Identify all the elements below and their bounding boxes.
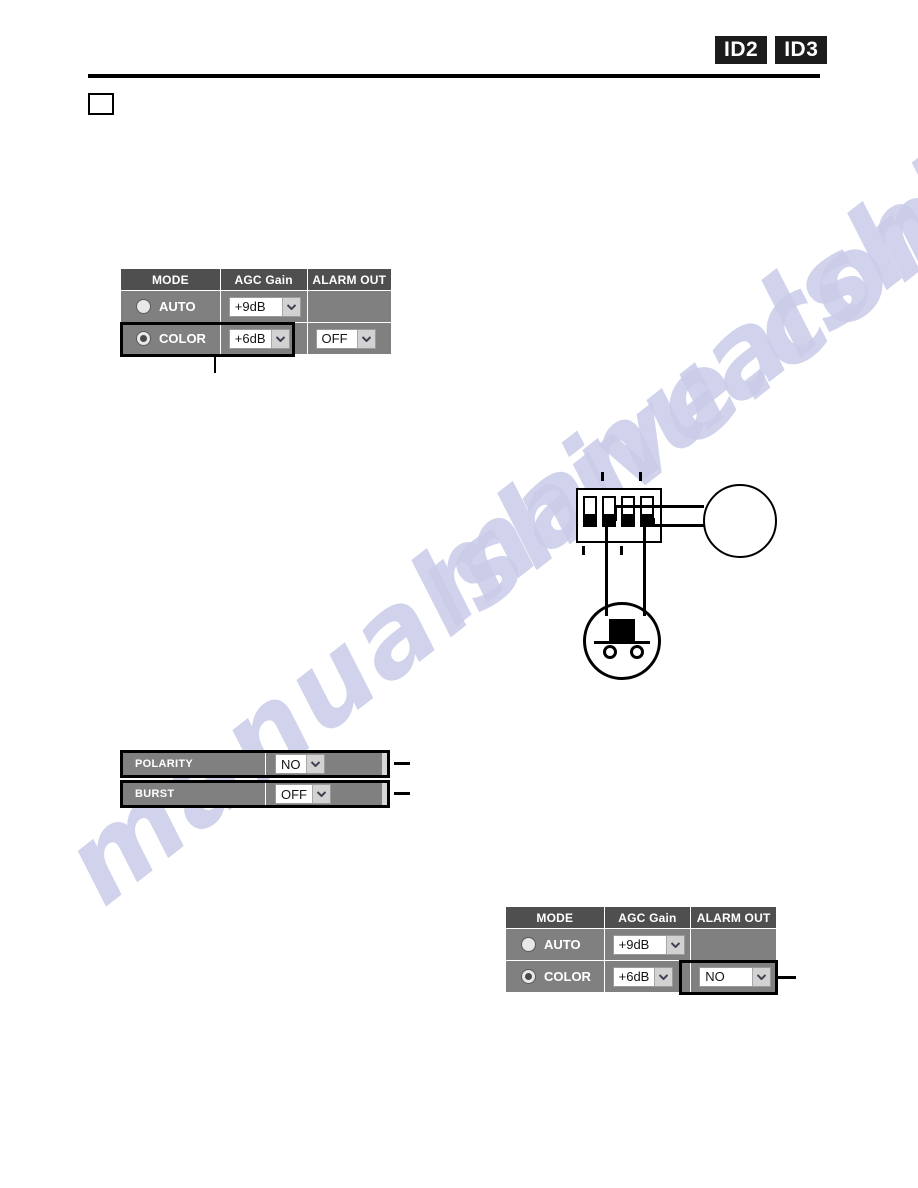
alarm-out-value-color: OFF xyxy=(321,331,348,346)
leader-line-polarity xyxy=(394,762,410,765)
leader-line-burst xyxy=(394,792,410,795)
column-header-alarm-out: ALARM OUT xyxy=(306,268,393,291)
burst-bar: BURST OFF xyxy=(120,780,390,808)
leader-line-dip-down-left xyxy=(605,520,608,616)
burst-value: OFF xyxy=(281,786,307,802)
mode-cell-auto[interactable]: AUTO xyxy=(505,928,605,961)
alarm-out-value-color: NO xyxy=(705,969,725,984)
table-row: AUTO +9dB xyxy=(505,928,777,961)
dip-tick-bottom-1 xyxy=(582,546,585,555)
leader-line-bottom xyxy=(778,976,796,979)
polarity-bar: POLARITY NO xyxy=(120,750,390,778)
dip-tick-top-4 xyxy=(639,472,642,481)
radio-auto-icon[interactable] xyxy=(137,300,150,313)
agc-gain-select-color[interactable]: +6dB xyxy=(612,966,674,987)
table-header-row: MODE AGC Gain ALARM OUT xyxy=(120,268,393,291)
agc-gain-cell-auto[interactable]: +9dB xyxy=(219,290,308,323)
dip-switch-body xyxy=(576,488,662,543)
chevron-down-icon[interactable] xyxy=(305,755,324,773)
connector-pin-left xyxy=(603,645,617,659)
connector-blade xyxy=(609,619,635,641)
column-header-mode: MODE xyxy=(505,906,605,929)
step-number-box xyxy=(88,93,114,115)
chevron-down-icon[interactable] xyxy=(654,967,673,986)
column-header-mode: MODE xyxy=(120,268,221,291)
agc-gain-cell-auto[interactable]: +9dB xyxy=(603,928,692,961)
table-header-row: MODE AGC Gain ALARM OUT xyxy=(505,906,777,929)
alarm-out-cell-color[interactable]: NO xyxy=(690,960,777,993)
header-divider xyxy=(88,74,820,78)
watermark-text: manualshive.com xyxy=(39,130,918,931)
settings-table-top: MODE AGC Gain ALARM OUT AUTO +9dB COLOR xyxy=(120,268,393,355)
dip-switch-1[interactable] xyxy=(583,496,597,527)
burst-label: BURST xyxy=(135,788,175,800)
agc-gain-value-auto: +9dB xyxy=(234,299,266,314)
alarm-out-cell-auto xyxy=(690,928,777,961)
polarity-select[interactable]: NO xyxy=(275,754,325,774)
connector-pin-right xyxy=(630,645,644,659)
chevron-down-icon[interactable] xyxy=(270,329,289,348)
page-watermark: manualshive.com manualshive.com xyxy=(0,0,918,1188)
mode-cell-auto[interactable]: AUTO xyxy=(120,290,221,323)
leader-line-dip-lower-stub xyxy=(652,518,655,527)
alarm-out-select-color[interactable]: NO xyxy=(699,966,772,987)
polarity-label: POLARITY xyxy=(135,758,194,770)
agc-gain-select-auto[interactable]: +9dB xyxy=(612,934,685,955)
polarity-value: NO xyxy=(281,756,301,772)
mode-cell-color[interactable]: COLOR xyxy=(120,322,221,355)
mode-label-color: COLOR xyxy=(159,331,206,346)
leader-line-dip-upper xyxy=(614,505,704,508)
id-badge-group: ID2 ID3 xyxy=(715,36,828,64)
leader-line-dip-lower xyxy=(652,524,704,527)
agc-gain-value-color: +6dB xyxy=(618,969,650,984)
connector-bar xyxy=(594,641,650,644)
callout-circle-right xyxy=(703,484,777,558)
leader-line-top-vertical xyxy=(214,357,216,373)
radio-color-icon[interactable] xyxy=(137,332,150,345)
mode-label-auto: AUTO xyxy=(544,937,581,952)
chevron-down-icon[interactable] xyxy=(312,785,330,803)
leader-line-dip-upper-stub xyxy=(614,505,617,521)
id-badge-id3: ID3 xyxy=(775,36,828,64)
chevron-down-icon[interactable] xyxy=(752,967,771,986)
agc-gain-value-color: +6dB xyxy=(234,331,266,346)
alarm-out-cell-auto xyxy=(306,290,393,323)
radio-auto-icon[interactable] xyxy=(522,938,535,951)
dip-tick-bottom-3 xyxy=(620,546,623,555)
column-header-alarm-out: ALARM OUT xyxy=(690,906,777,929)
mode-label-color: COLOR xyxy=(544,969,591,984)
agc-gain-cell-color[interactable]: +6dB xyxy=(219,322,308,355)
settings-table-bottom: MODE AGC Gain ALARM OUT AUTO +9dB COLOR xyxy=(505,906,777,993)
burst-select[interactable]: OFF xyxy=(275,784,331,804)
table-row: AUTO +9dB xyxy=(120,290,393,323)
table-row: COLOR +6dB NO xyxy=(505,960,777,993)
agc-gain-cell-color[interactable]: +6dB xyxy=(603,960,692,993)
alarm-out-cell-color[interactable]: OFF xyxy=(306,322,393,355)
radio-color-icon[interactable] xyxy=(522,970,535,983)
chevron-down-icon[interactable] xyxy=(281,297,300,316)
leader-line-dip-down-right xyxy=(643,520,646,616)
bar-right-edge xyxy=(382,753,387,775)
mode-cell-color[interactable]: COLOR xyxy=(505,960,605,993)
alarm-out-select-color[interactable]: OFF xyxy=(315,328,376,349)
connector-plug-icon xyxy=(583,602,661,680)
id-badge-id2: ID2 xyxy=(715,36,768,64)
column-header-agc-gain: AGC Gain xyxy=(219,268,308,291)
chevron-down-icon[interactable] xyxy=(356,329,375,348)
agc-gain-select-color[interactable]: +6dB xyxy=(228,328,290,349)
dip-switch-3[interactable] xyxy=(621,496,635,527)
column-header-agc-gain: AGC Gain xyxy=(603,906,692,929)
agc-gain-select-auto[interactable]: +9dB xyxy=(228,296,301,317)
bar-right-edge xyxy=(382,783,387,805)
mode-label-auto: AUTO xyxy=(159,299,196,314)
agc-gain-value-auto: +9dB xyxy=(618,937,650,952)
chevron-down-icon[interactable] xyxy=(665,935,684,954)
dip-tick-top-2 xyxy=(601,472,604,481)
table-row: COLOR +6dB OFF xyxy=(120,322,393,355)
watermark-text: manualshive.com xyxy=(389,0,918,651)
